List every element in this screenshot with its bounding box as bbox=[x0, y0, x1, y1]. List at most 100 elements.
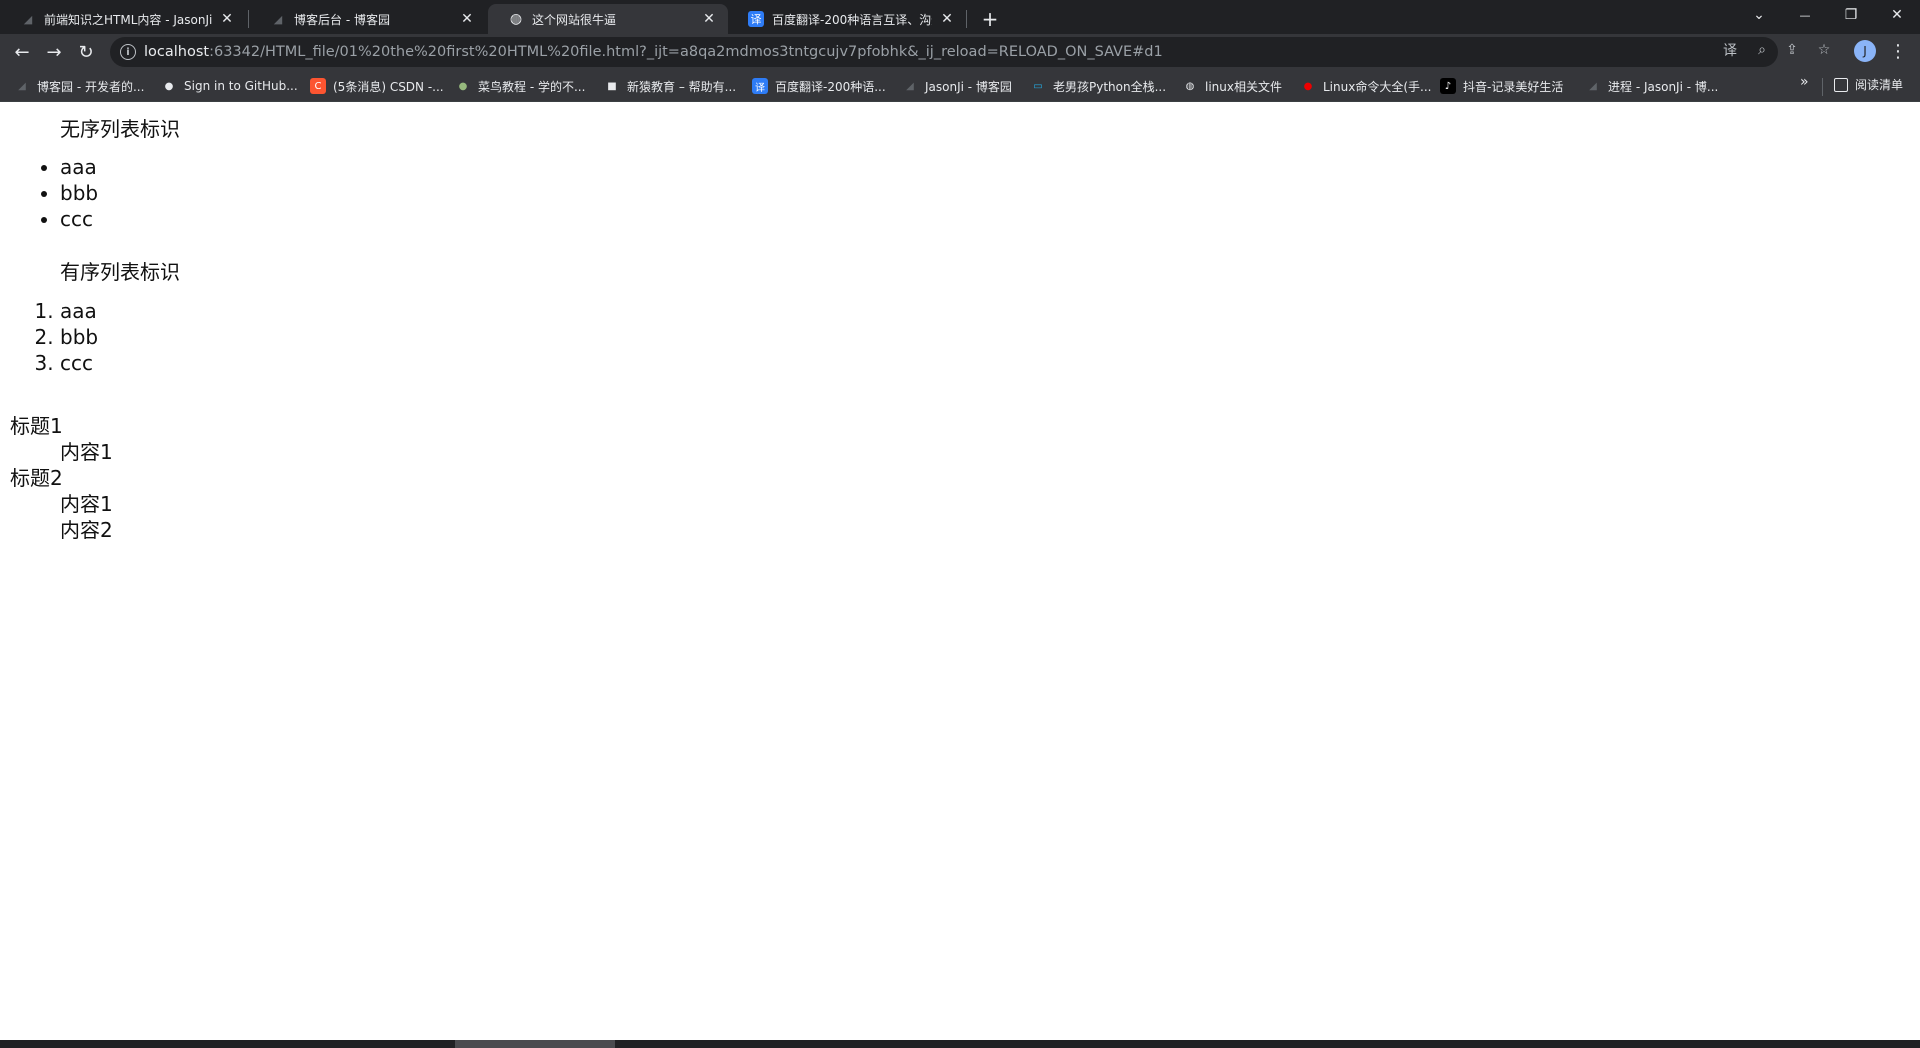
forward-button[interactable]: → bbox=[40, 38, 68, 66]
douyin-icon: ♪ bbox=[1440, 78, 1456, 94]
bookmark-item[interactable]: ◍ linux相关文件 bbox=[1182, 76, 1282, 96]
reading-list-label: 阅读清单 bbox=[1855, 78, 1904, 92]
minimize-button[interactable]: — bbox=[1782, 0, 1828, 30]
browser-toolbar: ← → ↻ i localhost:63342/HTML_file/01%20t… bbox=[0, 34, 1920, 70]
github-icon: ● bbox=[164, 80, 174, 92]
bookmark-item[interactable]: ◢ 进程 - JasonJi - 博... bbox=[1585, 76, 1718, 96]
ordered-list-caption: 有序列表标识 bbox=[60, 260, 180, 284]
tab-title: 百度翻译-200种语言互译、沟通全世界！ bbox=[772, 12, 932, 27]
xinyuan-icon: ■ bbox=[607, 80, 617, 92]
new-tab-button[interactable]: + bbox=[976, 5, 1004, 33]
unordered-list: aaa bbb ccc bbox=[60, 154, 98, 232]
bookmark-item[interactable]: ● 菜鸟教程 - 学的不... bbox=[455, 76, 586, 96]
tab-strip: ◢ 前端知识之HTML内容 - JasonJi ✕ ◢ 博客后台 - 博客园 ✕… bbox=[0, 0, 1920, 34]
tab-divider bbox=[248, 10, 249, 28]
address-bar[interactable]: i localhost:63342/HTML_file/01%20the%20f… bbox=[110, 37, 1778, 67]
bookmarks-overflow-icon[interactable]: » bbox=[1800, 74, 1809, 90]
unordered-list-caption: 无序列表标识 bbox=[60, 117, 180, 141]
list-item: aaa bbox=[60, 154, 98, 180]
bookmarks-bar: ◢ 博客园 - 开发者的... ● Sign in to GitHub... C (5条消… bbox=[0, 70, 1920, 102]
definition-description: 内容1 bbox=[60, 440, 113, 464]
list-item: bbb bbox=[60, 324, 98, 350]
url-host: localhost bbox=[144, 44, 210, 60]
cnblogs-icon: ◢ bbox=[23, 12, 33, 26]
tab-divider bbox=[966, 10, 967, 28]
cnblogs-icon: ◢ bbox=[18, 80, 26, 92]
list-item: aaa bbox=[60, 298, 98, 324]
bookmark-star-icon[interactable]: ☆ bbox=[1814, 40, 1834, 60]
bookmark-label: 进程 - JasonJi - 博... bbox=[1608, 79, 1719, 94]
close-icon[interactable]: ✕ bbox=[700, 10, 718, 28]
cnblogs-icon: ◢ bbox=[1589, 80, 1597, 92]
globe-icon: ◍ bbox=[509, 11, 523, 27]
bookmark-item[interactable]: ◢ 博客园 - 开发者的... bbox=[14, 76, 144, 96]
list-item: ccc bbox=[60, 350, 98, 376]
zoom-icon[interactable]: ⌕ bbox=[1752, 40, 1772, 60]
site-info-icon[interactable]: i bbox=[120, 44, 136, 60]
close-icon[interactable]: ✕ bbox=[458, 10, 476, 28]
bookmark-item[interactable]: ● Sign in to GitHub... bbox=[161, 76, 298, 96]
tab-jasonji-html[interactable]: ◢ 前端知识之HTML内容 - JasonJi ✕ bbox=[0, 4, 246, 34]
tab-search-button[interactable]: ⌄ bbox=[1736, 0, 1782, 30]
csdn-icon: C bbox=[310, 78, 326, 94]
browser-menu-icon[interactable]: ⋮ bbox=[1886, 38, 1910, 64]
bookmark-item[interactable]: ▭ 老男孩Python全栈... bbox=[1030, 76, 1166, 96]
tab-title: 前端知识之HTML内容 - JasonJi bbox=[44, 12, 212, 27]
share-icon[interactable]: ⇪ bbox=[1782, 40, 1802, 60]
window-close-button[interactable]: ✕ bbox=[1874, 0, 1920, 30]
bookmark-item[interactable]: ◢ JasonJi - 博客园 bbox=[902, 76, 1012, 96]
profile-avatar[interactable]: J bbox=[1854, 40, 1876, 62]
baidu-translate-icon: 译 bbox=[748, 11, 764, 27]
bookmark-label: 抖音-记录美好生活 bbox=[1463, 79, 1564, 94]
taskbar-strip bbox=[0, 1040, 1920, 1048]
bookmark-item[interactable]: ♪ 抖音-记录美好生活 bbox=[1440, 76, 1563, 96]
bookmark-item[interactable]: ■ 新猿教育 – 帮助有... bbox=[604, 76, 736, 96]
cnblogs-icon: ◢ bbox=[273, 12, 283, 26]
bilibili-icon: ▭ bbox=[1033, 80, 1043, 92]
globe-icon: ◍ bbox=[1185, 80, 1195, 92]
close-icon[interactable]: ✕ bbox=[218, 10, 236, 28]
url-text[interactable]: localhost:63342/HTML_file/01%20the%20fir… bbox=[144, 44, 1163, 60]
definition-description: 内容1 bbox=[60, 492, 113, 516]
bookmark-label: 老男孩Python全栈... bbox=[1053, 79, 1167, 94]
bookmark-label: JasonJi - 博客园 bbox=[925, 79, 1012, 94]
bookmark-label: 百度翻译-200种语... bbox=[775, 79, 886, 94]
bookmark-label: linux相关文件 bbox=[1205, 79, 1282, 94]
bookmark-label: Linux命令大全(手... bbox=[1323, 79, 1432, 94]
bookmark-label: 菜鸟教程 - 学的不... bbox=[478, 79, 586, 94]
definition-term: 标题2 bbox=[10, 466, 63, 490]
bookmark-item[interactable]: C (5条消息) CSDN -... bbox=[310, 76, 444, 96]
definition-description: 内容2 bbox=[60, 518, 113, 542]
page-content: 无序列表标识 aaa bbb ccc 有序列表标识 aaa bbb ccc 标题… bbox=[0, 102, 1920, 1040]
tab-active-site[interactable]: ◍ 这个网站很牛逼 ✕ bbox=[488, 4, 728, 34]
tab-blog-admin[interactable]: ◢ 博客后台 - 博客园 ✕ bbox=[250, 4, 486, 34]
bookmark-label: Sign in to GitHub... bbox=[184, 79, 298, 93]
baidu-translate-icon: 译 bbox=[752, 78, 768, 94]
translate-icon[interactable]: 译 bbox=[1720, 40, 1740, 60]
list-item: bbb bbox=[60, 180, 98, 206]
list-item: ccc bbox=[60, 206, 98, 232]
definition-term: 标题1 bbox=[10, 414, 63, 438]
bookmark-label: 博客园 - 开发者的... bbox=[37, 79, 145, 94]
bookmarks-divider bbox=[1822, 78, 1823, 96]
reading-list-button[interactable]: 阅读清单 bbox=[1834, 76, 1903, 93]
reading-list-icon bbox=[1834, 77, 1848, 92]
back-button[interactable]: ← bbox=[8, 38, 36, 66]
url-path: :63342/HTML_file/01%20the%20first%20HTML… bbox=[209, 44, 1163, 60]
tab-title: 博客后台 - 博客园 bbox=[294, 12, 390, 27]
bookmark-item[interactable]: 译百度翻译-200种语... bbox=[752, 76, 886, 96]
restore-button[interactable]: ❐ bbox=[1828, 0, 1874, 30]
definition-list: 标题1 内容1 标题2 内容1 内容2 bbox=[10, 413, 113, 543]
horizontal-scrollbar[interactable] bbox=[455, 1040, 615, 1048]
cnblogs-icon: ◢ bbox=[906, 80, 914, 92]
tab-baidu-translate[interactable]: 译 百度翻译-200种语言互译、沟通全世界！ ✕ bbox=[728, 4, 966, 34]
reload-button[interactable]: ↻ bbox=[72, 38, 100, 66]
runoob-icon: ● bbox=[458, 80, 468, 92]
redhat-icon: ● bbox=[1303, 80, 1313, 92]
bookmark-label: 新猿教育 – 帮助有... bbox=[627, 79, 737, 94]
bookmark-label: (5条消息) CSDN -... bbox=[333, 79, 444, 94]
bookmark-item[interactable]: ● Linux命令大全(手... bbox=[1300, 76, 1432, 96]
tab-title: 这个网站很牛逼 bbox=[532, 12, 617, 27]
close-icon[interactable]: ✕ bbox=[938, 10, 956, 28]
ordered-list: aaa bbb ccc bbox=[60, 298, 98, 376]
